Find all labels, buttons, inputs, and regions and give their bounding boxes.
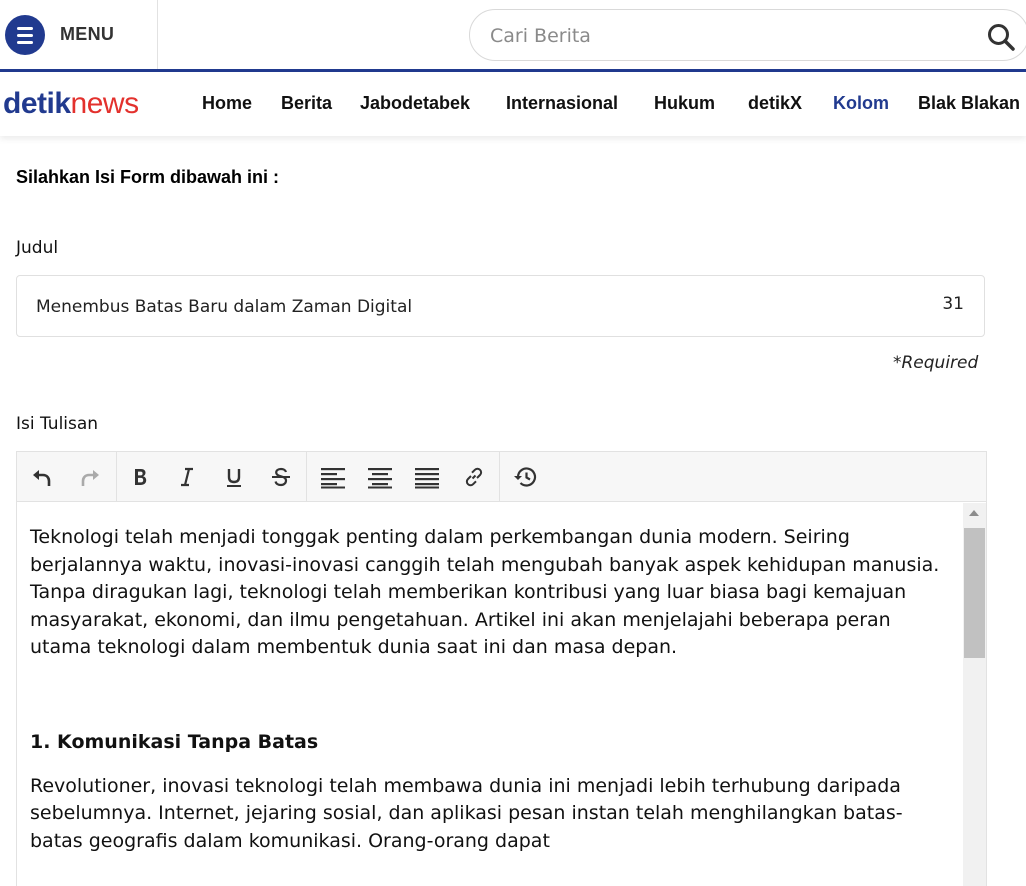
nav-item-hukum[interactable]: Hukum (654, 93, 715, 114)
rich-text-editor[interactable]: Teknologi telah menjadi tonggak penting … (16, 451, 987, 886)
editor-paragraph[interactable]: Teknologi telah menjadi tonggak penting … (30, 524, 951, 662)
title-label: Judul (16, 238, 59, 258)
bold-icon[interactable] (126, 463, 154, 491)
align-center-icon[interactable] (366, 463, 394, 491)
undo-icon[interactable] (28, 463, 56, 491)
nav-item-internasional[interactable]: Internasional (506, 93, 618, 114)
nav-item-kolom[interactable]: Kolom (833, 93, 889, 114)
detiknews-logo[interactable]: detiknews (3, 87, 139, 121)
align-justify-icon[interactable] (413, 463, 441, 491)
search-box[interactable] (469, 9, 1026, 61)
editor-content[interactable]: Teknologi telah menjadi tonggak penting … (17, 503, 963, 886)
link-icon[interactable] (460, 463, 488, 491)
nav-item-home[interactable]: Home (202, 93, 252, 114)
nav-item-berita[interactable]: Berita (281, 93, 332, 114)
italic-icon[interactable] (173, 463, 201, 491)
editor-scrollbar[interactable] (963, 503, 986, 886)
toolbar-separator (116, 452, 117, 502)
title-field[interactable]: Menembus Batas Baru dalam Zaman Digital … (16, 275, 985, 337)
redo-icon[interactable] (76, 463, 104, 491)
menu-label[interactable]: MENU (60, 24, 114, 45)
nav-item-blak-blakan[interactable]: Blak Blakan (918, 93, 1020, 114)
hamburger-icon[interactable] (5, 15, 45, 55)
required-note: *Required (893, 353, 979, 373)
search-icon[interactable] (986, 22, 1016, 52)
menu-button[interactable]: MENU (0, 0, 158, 70)
form-heading: Silahkan Isi Form dibawah ini : (16, 167, 280, 187)
title-char-count: 31 (942, 294, 964, 314)
title-field-value[interactable]: Menembus Batas Baru dalam Zaman Digital (36, 297, 412, 317)
history-icon[interactable] (511, 463, 539, 491)
editor-paragraph[interactable]: Revolutioner, inovasi teknologi telah me… (30, 773, 951, 856)
editor-toolbar (17, 452, 986, 502)
scrollbar-thumb[interactable] (964, 528, 985, 658)
underline-icon[interactable] (220, 463, 248, 491)
scroll-up-arrow-icon[interactable] (969, 510, 979, 516)
nav-item-detikx[interactable]: detikX (748, 93, 802, 114)
nav-bar: detiknews Home Berita Jabodetabek Intern… (0, 72, 1026, 136)
body-label: Isi Tulisan (16, 414, 99, 434)
strikethrough-icon[interactable] (267, 463, 295, 491)
toolbar-separator (499, 452, 500, 502)
toolbar-separator (306, 452, 307, 502)
search-input[interactable] (490, 23, 970, 49)
nav-item-jabodetabek[interactable]: Jabodetabek (360, 93, 470, 114)
top-bar: MENU (0, 0, 1026, 70)
align-left-icon[interactable] (319, 463, 347, 491)
editor-heading[interactable]: 1. Komunikasi Tanpa Batas (30, 731, 951, 753)
